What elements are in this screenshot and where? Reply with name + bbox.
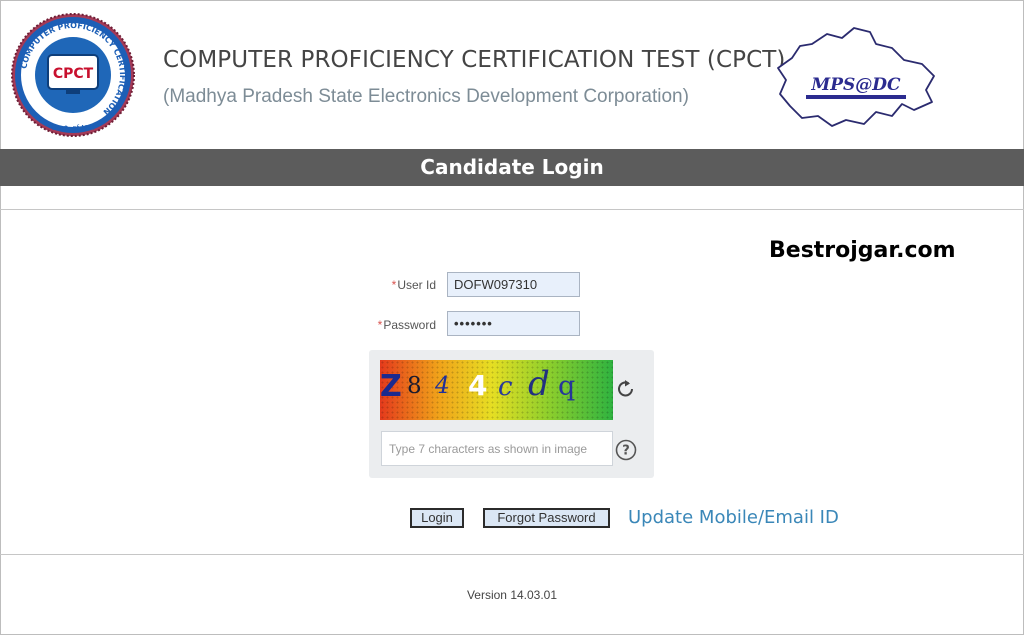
captcha-char: 4 (435, 373, 450, 399)
login-button[interactable]: Login (410, 508, 464, 528)
forgot-password-button[interactable]: Forgot Password (483, 508, 610, 528)
cpct-logo: COMPUTER PROFICIENCY CERTIFICATION Govt.… (11, 13, 135, 137)
password-label-text: Password (383, 318, 436, 332)
required-marker: * (391, 278, 397, 292)
user-id-label: *User Id (316, 278, 436, 292)
svg-text:?: ? (622, 444, 630, 459)
mpsedc-acronym: MPS@DC (810, 75, 901, 95)
captcha-char: q (558, 371, 576, 402)
page-header: COMPUTER PROFICIENCY CERTIFICATION Govt.… (0, 0, 1024, 149)
logo-bottom-text: Govt. of M.P. (51, 124, 95, 132)
captcha-char: 4 (468, 369, 488, 402)
captcha-image: Z 8 4 4 c d q (380, 360, 613, 420)
logo-acronym: CPCT (53, 66, 94, 82)
watermark-text: Bestrojgar.com (769, 238, 956, 263)
captcha-char: 8 (407, 373, 422, 399)
captcha-input[interactable] (381, 431, 613, 466)
version-text: Version 14.03.01 (466, 588, 558, 602)
login-banner: Candidate Login (0, 149, 1024, 186)
captcha-char: c (498, 372, 513, 402)
user-id-label-text: User Id (397, 278, 436, 292)
captcha-char: d (528, 364, 550, 404)
required-marker: * (377, 318, 383, 332)
captcha-char: Z (380, 369, 402, 404)
user-id-input[interactable]: DOFW097310 (447, 272, 580, 297)
refresh-captcha-icon[interactable] (615, 378, 637, 400)
help-icon[interactable]: ? (615, 439, 637, 461)
password-input[interactable]: ••••••• (447, 311, 580, 336)
mpsedc-logo: MPS@DC (777, 27, 935, 127)
divider-bottom (0, 554, 1024, 555)
divider-top (0, 209, 1024, 210)
page-subtitle: (Madhya Pradesh State Electronics Develo… (163, 86, 689, 107)
page-title: COMPUTER PROFICIENCY CERTIFICATION TEST … (163, 47, 786, 73)
password-label: *Password (316, 318, 436, 332)
update-mobile-email-link[interactable]: Update Mobile/Email ID (628, 507, 839, 528)
